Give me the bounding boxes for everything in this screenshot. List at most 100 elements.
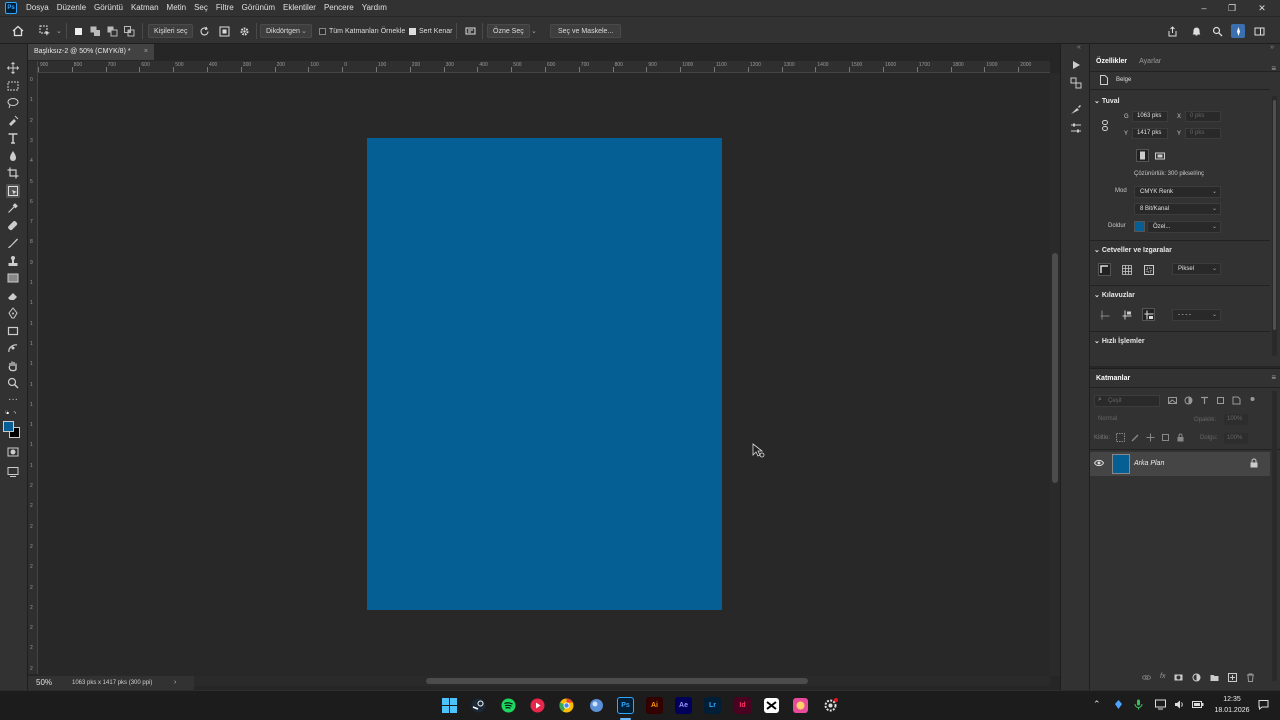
- select-and-mask-button[interactable]: Seç ve Maskele...: [550, 24, 622, 38]
- select-subject-options-icon[interactable]: [463, 24, 477, 38]
- type-tool-icon[interactable]: [6, 131, 20, 145]
- guides-section-header[interactable]: ⌄ Kılavuzlar: [1094, 291, 1135, 299]
- minimize-button[interactable]: –: [1190, 0, 1218, 16]
- ruler-units-dropdown[interactable]: Piksel ⌄: [1172, 263, 1221, 275]
- select-people-button[interactable]: Kişileri seç: [148, 24, 194, 38]
- rulers-grids-section-header[interactable]: ⌄ Cetveller ve Izgaralar: [1094, 246, 1172, 254]
- quick-mask-icon[interactable]: [6, 445, 20, 459]
- path-selection-icon[interactable]: [6, 341, 20, 355]
- volume-icon[interactable]: [1174, 699, 1185, 712]
- filter-pixel-icon[interactable]: [1168, 396, 1177, 407]
- new-group-icon[interactable]: [1210, 673, 1219, 684]
- illustrator-taskbar-icon[interactable]: Ai: [646, 697, 663, 714]
- sample-all-layers-checkbox[interactable]: Tüm Katmanları Örnekle: [319, 24, 405, 38]
- fill-color-swatch[interactable]: [1134, 221, 1145, 232]
- hand-tool-icon[interactable]: [6, 359, 20, 373]
- menu-image[interactable]: Görüntü: [90, 0, 127, 16]
- opacity-field[interactable]: 100%: [1224, 414, 1248, 425]
- settings-gear-icon[interactable]: [237, 24, 251, 38]
- move-tool-icon[interactable]: [6, 61, 20, 75]
- lock-guides-icon[interactable]: [1120, 308, 1133, 321]
- status-menu-arrow-icon[interactable]: ›: [174, 676, 176, 690]
- bit-depth-dropdown[interactable]: 8 Bit/Kanal ⌄: [1134, 203, 1221, 215]
- more-tools-icon[interactable]: ···: [6, 393, 20, 407]
- collapse-panels-icon[interactable]: «: [1077, 44, 1081, 51]
- menu-filter[interactable]: Filtre: [212, 0, 238, 16]
- landscape-orientation-icon[interactable]: [1153, 149, 1166, 162]
- layers-scrollbar[interactable]: [1272, 391, 1277, 681]
- link-dimensions-icon[interactable]: [1101, 120, 1109, 133]
- menu-help[interactable]: Yardım: [358, 0, 391, 16]
- notification-center-icon[interactable]: [1258, 699, 1269, 712]
- new-adjustment-layer-icon[interactable]: [1192, 673, 1201, 684]
- default-colors-icon[interactable]: [2, 406, 20, 420]
- new-layer-icon[interactable]: [1228, 673, 1238, 684]
- filter-shape-icon[interactable]: [1216, 396, 1225, 407]
- portrait-orientation-icon[interactable]: [1136, 149, 1149, 162]
- brush-settings-icon[interactable]: [1069, 102, 1083, 116]
- blur-tool-icon[interactable]: [6, 149, 20, 163]
- crop-tool-icon[interactable]: [6, 166, 20, 180]
- guide-style-dropdown[interactable]: - - - - ⌄: [1172, 309, 1221, 321]
- foreground-color-swatch[interactable]: [3, 421, 14, 432]
- microphone-icon[interactable]: [1134, 699, 1143, 712]
- pen-tool-icon[interactable]: [6, 306, 20, 320]
- photoshop-taskbar-icon[interactable]: Ps: [617, 697, 634, 714]
- refresh-icon[interactable]: [197, 24, 211, 38]
- delete-layer-icon[interactable]: [1246, 673, 1255, 684]
- history-panel-icon[interactable]: [1069, 76, 1083, 90]
- subtract-from-selection-icon[interactable]: [105, 24, 119, 38]
- network-icon[interactable]: [1155, 699, 1166, 712]
- canvas-height-field[interactable]: 1417 pks: [1132, 128, 1168, 139]
- gallery-app-icon[interactable]: [792, 697, 809, 714]
- layer-effects-icon[interactable]: fx: [1160, 673, 1165, 684]
- ruler-toggle-icon[interactable]: [1098, 263, 1111, 276]
- layer-row-background[interactable]: Arka Plan: [1090, 452, 1270, 476]
- lock-position-icon[interactable]: [1146, 433, 1155, 444]
- spotify-icon[interactable]: [500, 697, 517, 714]
- add-mask-icon[interactable]: [1174, 673, 1183, 684]
- screen-mode-icon[interactable]: [6, 465, 20, 479]
- layer-name[interactable]: Arka Plan: [1134, 460, 1164, 467]
- close-window-button[interactable]: ✕: [1248, 0, 1276, 16]
- media-player-icon[interactable]: [529, 697, 546, 714]
- menu-select[interactable]: Seç: [190, 0, 212, 16]
- filter-toggle-icon[interactable]: [1248, 396, 1257, 407]
- quick-actions-section-header[interactable]: ⌄ Hızlı İşlemler: [1094, 337, 1145, 345]
- canvas-y-field[interactable]: 0 pks: [1185, 128, 1221, 139]
- select-subject-button[interactable]: Özne Seç: [487, 24, 530, 38]
- blend-mode-dropdown[interactable]: Normal: [1094, 414, 1164, 425]
- collapse-dock-icon[interactable]: »: [1270, 44, 1274, 51]
- system-clock[interactable]: 12:35 18.01.2026: [1210, 694, 1254, 716]
- object-selection-tool-icon[interactable]: [38, 24, 52, 38]
- smart-guides-icon[interactable]: [1142, 308, 1155, 321]
- after-effects-taskbar-icon[interactable]: Ae: [675, 697, 692, 714]
- photoshop-logo-icon[interactable]: Ps: [5, 2, 17, 14]
- layer-filter-search[interactable]: ⌕ Çeşit: [1094, 395, 1160, 407]
- canvas-section-header[interactable]: ⌄ Tuval: [1094, 97, 1120, 105]
- vertical-scroll-thumb[interactable]: [1052, 253, 1058, 483]
- document-canvas[interactable]: [367, 138, 722, 610]
- zoom-level-field[interactable]: 50%: [28, 676, 64, 690]
- layers-panel-menu-icon[interactable]: ≡: [1271, 373, 1276, 382]
- brush-tool-icon[interactable]: [6, 236, 20, 250]
- gradient-tool-icon[interactable]: [6, 271, 20, 285]
- object-selection-icon[interactable]: [6, 114, 20, 128]
- tray-steam-icon[interactable]: [1113, 699, 1124, 712]
- lightroom-taskbar-icon[interactable]: Lr: [704, 697, 721, 714]
- close-tab-icon[interactable]: ×: [144, 44, 148, 60]
- tool-preset-chevron-icon[interactable]: ⌄: [56, 24, 62, 38]
- tab-properties[interactable]: Özellikler: [1090, 58, 1133, 71]
- horizontal-ruler[interactable]: 900 800 700 600 500 400 300 200 100 0 100 200 300 400…: [38, 61, 1050, 73]
- object-finder-icon[interactable]: [217, 24, 231, 38]
- frame-tool-icon[interactable]: [6, 184, 20, 198]
- menu-layer[interactable]: Katman: [127, 0, 163, 16]
- play-actions-icon[interactable]: [1069, 58, 1083, 72]
- eraser-tool-icon[interactable]: [6, 289, 20, 303]
- canvas-width-field[interactable]: 1063 pks: [1132, 111, 1168, 122]
- app-orb-icon[interactable]: [588, 697, 605, 714]
- layers-panel-title[interactable]: Katmanlar: [1096, 375, 1130, 382]
- tray-overflow-icon[interactable]: ⌃: [1093, 699, 1101, 710]
- color-swatches[interactable]: [3, 421, 23, 441]
- fill-dropdown[interactable]: Özel... ⌄: [1147, 221, 1221, 233]
